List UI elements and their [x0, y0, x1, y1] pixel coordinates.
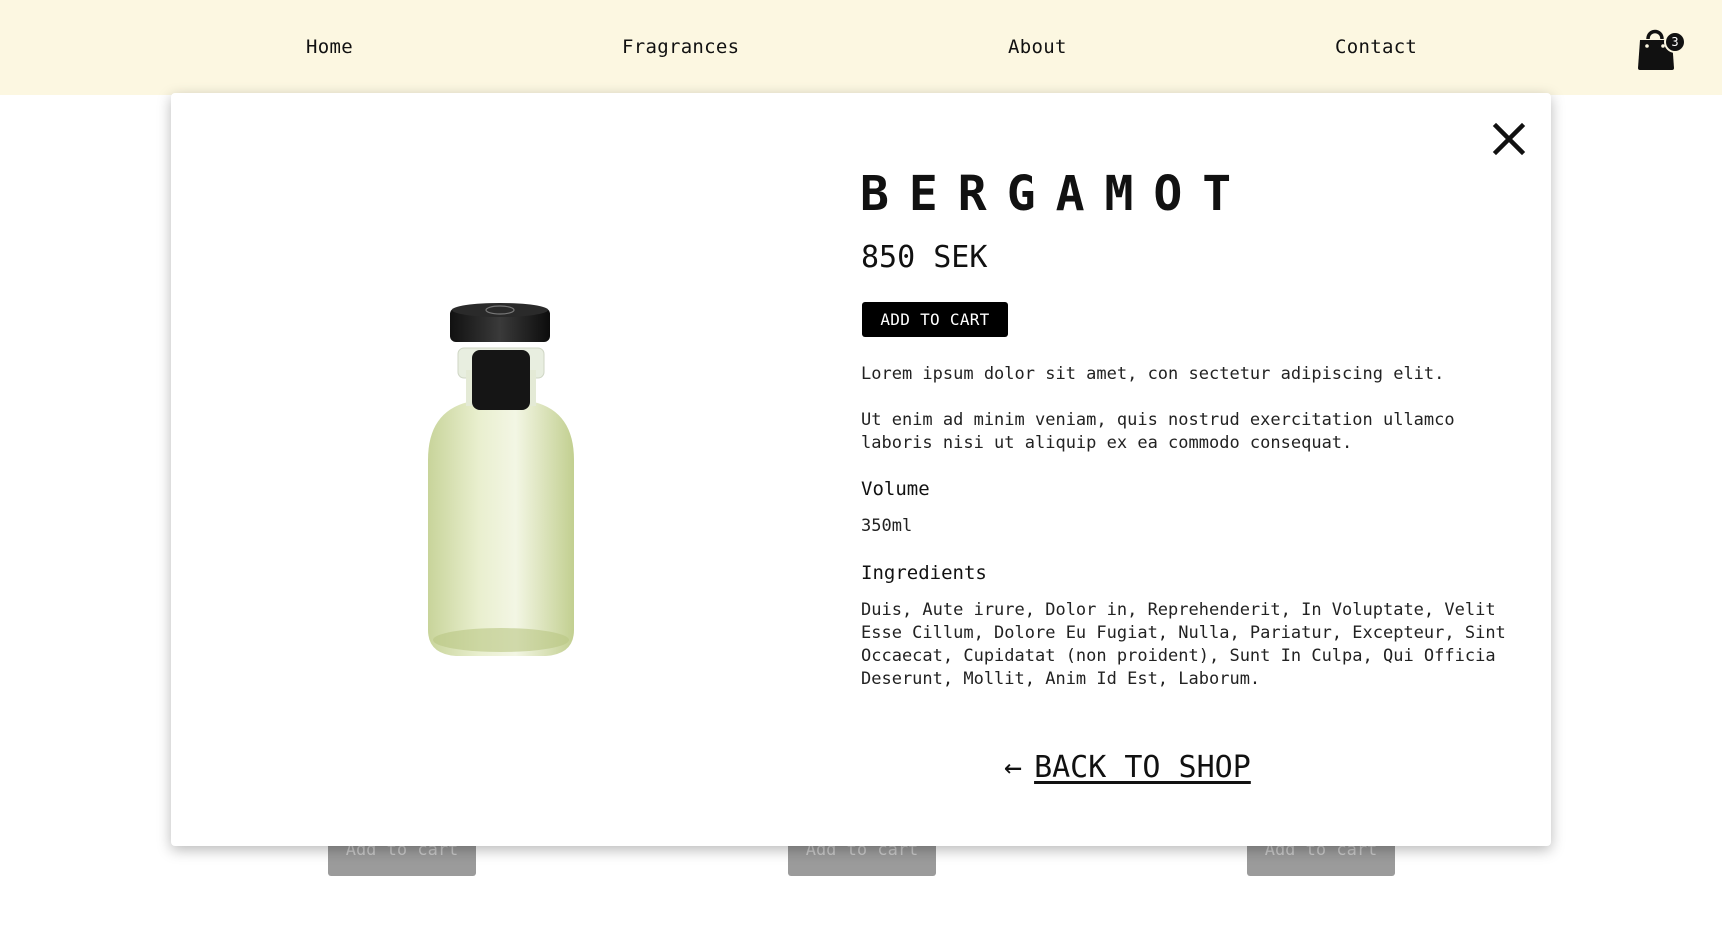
- product-description-short: Lorem ipsum dolor sit amet, con sectetur…: [861, 364, 1445, 384]
- nav-about-link[interactable]: About: [1008, 36, 1067, 58]
- perfume-bottle-image: [428, 303, 574, 656]
- ingredients-value: Duis, Aute irure, Dolor in, Reprehenderi…: [861, 600, 1506, 689]
- ingredients-heading: Ingredients: [861, 562, 987, 584]
- back-to-shop-link[interactable]: ← BACK TO SHOP: [1004, 750, 1251, 785]
- cart-count-badge: 3: [1664, 31, 1686, 53]
- nav-home-link[interactable]: Home: [306, 36, 353, 58]
- nav-contact-link[interactable]: Contact: [1335, 36, 1417, 58]
- volume-heading: Volume: [861, 478, 930, 500]
- arrow-left-icon: ←: [1004, 750, 1023, 785]
- add-to-cart-button[interactable]: ADD TO CART: [862, 302, 1008, 337]
- product-title: BERGAMOT: [860, 166, 1252, 222]
- back-to-shop-label: BACK TO SHOP: [1034, 750, 1251, 785]
- nav-fragrances-link[interactable]: Fragrances: [622, 36, 739, 58]
- product-description-long: Ut enim ad minim veniam, quis nostrud ex…: [861, 410, 1455, 453]
- product-price: 850 SEK: [861, 240, 988, 275]
- close-icon[interactable]: [1491, 121, 1527, 157]
- volume-value: 350ml: [861, 516, 913, 536]
- site-header: Home Fragrances About Contact: [0, 0, 1722, 95]
